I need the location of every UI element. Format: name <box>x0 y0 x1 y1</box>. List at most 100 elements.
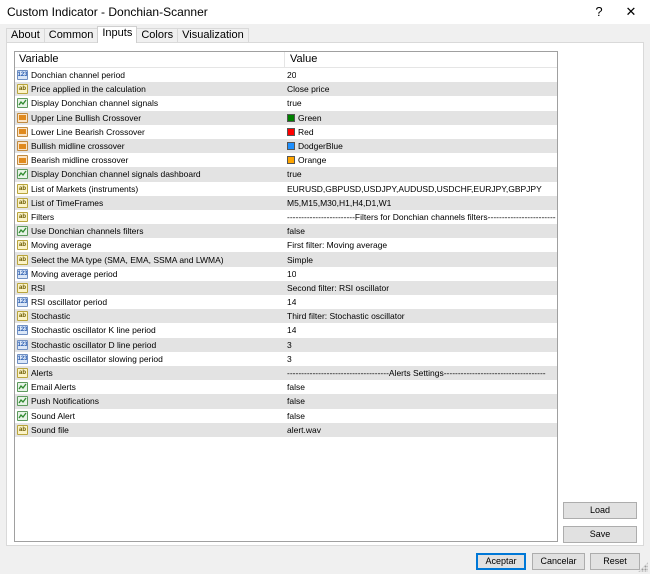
variable-cell: ab Moving average <box>15 240 285 251</box>
value-cell[interactable]: 10 <box>285 269 296 279</box>
value-cell[interactable]: ------------------------------------Aler… <box>285 368 546 378</box>
table-row[interactable]: ab Moving average First filter: Moving ave… <box>15 238 557 252</box>
table-row[interactable]: Display Donchian channel signals true <box>15 96 557 110</box>
variable-cell: Bearish midline crossover <box>15 155 285 166</box>
tab-colors[interactable]: Colors <box>136 28 179 43</box>
boolean-parameter-icon <box>17 410 28 421</box>
table-row[interactable]: Bullish midline crossover DodgerBlue <box>15 138 557 154</box>
save-button[interactable]: Save <box>563 526 637 543</box>
value-cell[interactable]: false <box>285 396 305 406</box>
value-cell[interactable]: M5,M15,M30,H1,H4,D1,W1 <box>285 198 391 208</box>
value-cell[interactable]: Second filter: RSI oscillator <box>285 283 389 293</box>
column-header-variable[interactable]: Variable <box>15 52 285 67</box>
value-text: Third filter: Stochastic oscillator <box>287 311 405 322</box>
table-row[interactable]: ab Sound file alert.wav <box>15 422 557 437</box>
value-cell[interactable]: DodgerBlue <box>285 141 343 151</box>
color-parameter-icon <box>17 155 28 166</box>
value-cell[interactable]: Orange <box>285 155 326 165</box>
table-row[interactable]: 123 Stochastic oscillator K line period 14 <box>15 323 557 337</box>
value-cell[interactable]: false <box>285 411 305 421</box>
close-button[interactable]: ✕ <box>616 1 646 23</box>
string-parameter-icon: ab <box>17 183 28 194</box>
variable-cell: Push Notifications <box>15 396 285 407</box>
value-cell[interactable]: Green <box>285 113 322 123</box>
value-text: EURUSD,GBPUSD,USDJPY,AUDUSD,USDCHF,EURJP… <box>287 183 542 194</box>
variable-label: List of Markets (instruments) <box>31 183 139 194</box>
table-row[interactable]: 123 RSI oscillator period 14 <box>15 295 557 309</box>
string-parameter-icon: ab <box>17 84 28 95</box>
variable-label: Bearish midline crossover <box>31 155 129 166</box>
value-text: false <box>287 396 305 407</box>
table-row[interactable]: Push Notifications false <box>15 394 557 409</box>
table-row[interactable]: Lower Line Bearish Crossover Red <box>15 125 557 139</box>
reset-button[interactable]: Reset <box>590 553 640 570</box>
inputs-panel: Variable Value 123 Donchian channel perio… <box>6 42 644 546</box>
table-row[interactable]: ab Alerts --------------------------------… <box>15 365 557 381</box>
value-cell[interactable]: false <box>285 226 305 236</box>
variable-cell: Bullish midline crossover <box>15 141 285 152</box>
boolean-parameter-icon <box>17 382 28 393</box>
value-cell[interactable]: 14 <box>285 325 296 335</box>
tab-about[interactable]: About <box>6 28 45 43</box>
value-cell[interactable]: Simple <box>285 255 313 265</box>
value-cell[interactable]: 3 <box>285 340 292 350</box>
table-row[interactable]: Email Alerts false <box>15 380 557 394</box>
string-parameter-icon: ab <box>17 254 28 265</box>
string-parameter-icon: ab <box>17 211 28 222</box>
variable-cell: 123 RSI oscillator period <box>15 297 285 308</box>
variable-cell: ab Price applied in the calculation <box>15 84 285 95</box>
string-parameter-icon: ab <box>17 368 28 379</box>
table-row[interactable]: Display Donchian channel signals dashboa… <box>15 167 557 182</box>
table-row[interactable]: ab Filters ------------------------Filters… <box>15 210 557 224</box>
cancel-button[interactable]: Cancelar <box>532 553 585 570</box>
help-button[interactable]: ? <box>584 1 614 23</box>
variable-label: Display Donchian channel signals <box>31 98 159 109</box>
value-cell[interactable]: 20 <box>285 70 296 80</box>
tab-common[interactable]: Common <box>43 28 99 43</box>
table-row[interactable]: ab List of TimeFrames M5,M15,M30,H1,H4,D1,… <box>15 195 557 210</box>
table-row[interactable]: Use Donchian channels filters false <box>15 224 557 239</box>
table-row[interactable]: Upper Line Bullish Crossover Green <box>15 110 557 125</box>
numeric-parameter-icon: 123 <box>17 297 28 308</box>
value-cell[interactable]: EURUSD,GBPUSD,USDJPY,AUDUSD,USDCHF,EURJP… <box>285 184 542 194</box>
table-row[interactable]: ab Price applied in the calculation Close … <box>15 82 557 97</box>
value-cell[interactable]: true <box>285 98 302 108</box>
variable-cell: 123 Stochastic oscillator slowing period <box>15 353 285 364</box>
value-cell[interactable]: Close price <box>285 84 330 94</box>
table-row[interactable]: 123 Stochastic oscillator D line period 3 <box>15 337 557 352</box>
load-button[interactable]: Load <box>563 502 637 519</box>
value-cell[interactable]: Red <box>285 127 314 137</box>
value-cell[interactable]: alert.wav <box>285 425 321 435</box>
color-swatch <box>287 142 295 151</box>
boolean-parameter-icon <box>17 226 28 237</box>
tab-visualization[interactable]: Visualization <box>177 28 249 43</box>
column-header-value[interactable]: Value <box>285 52 317 67</box>
value-cell[interactable]: false <box>285 382 305 392</box>
table-row[interactable]: Sound Alert false <box>15 409 557 423</box>
value-cell[interactable]: ------------------------Filters for Donc… <box>285 212 556 222</box>
table-row[interactable]: ab Stochastic Third filter: Stochastic osc… <box>15 309 557 324</box>
value-text: Second filter: RSI oscillator <box>287 282 390 293</box>
table-row[interactable]: 123 Moving average period 10 <box>15 267 557 281</box>
table-row[interactable]: ab RSI Second filter: RSI oscillator <box>15 280 557 295</box>
tab-inputs[interactable]: Inputs <box>97 26 138 43</box>
variable-cell: ab Filters <box>15 211 285 222</box>
table-row[interactable]: 123 Stochastic oscillator slowing period 3 <box>15 352 557 366</box>
table-row[interactable]: ab Select the MA type (SMA, EMA, SSMA and… <box>15 252 557 267</box>
value-cell[interactable]: First filter: Moving average <box>285 240 387 250</box>
variable-cell: Upper Line Bullish Crossover <box>15 112 285 123</box>
variable-cell: Email Alerts <box>15 382 285 393</box>
value-cell[interactable]: 3 <box>285 354 292 364</box>
variable-label: Moving average <box>31 240 92 251</box>
value-cell[interactable]: true <box>285 169 302 179</box>
variable-cell: ab List of TimeFrames <box>15 197 285 208</box>
variable-cell: ab Select the MA type (SMA, EMA, SSMA and… <box>15 254 285 265</box>
table-row[interactable]: 123 Donchian channel period 20 <box>15 68 557 82</box>
accept-button[interactable]: Aceptar <box>476 553 526 570</box>
value-cell[interactable]: 14 <box>285 297 296 307</box>
table-row[interactable]: Bearish midline crossover Orange <box>15 153 557 167</box>
value-cell[interactable]: Third filter: Stochastic oscillator <box>285 311 405 321</box>
variable-label: Select the MA type (SMA, EMA, SSMA and L… <box>31 254 224 265</box>
value-text: 3 <box>287 353 292 364</box>
table-row[interactable]: ab List of Markets (instruments) EURUSD,GB… <box>15 182 557 196</box>
